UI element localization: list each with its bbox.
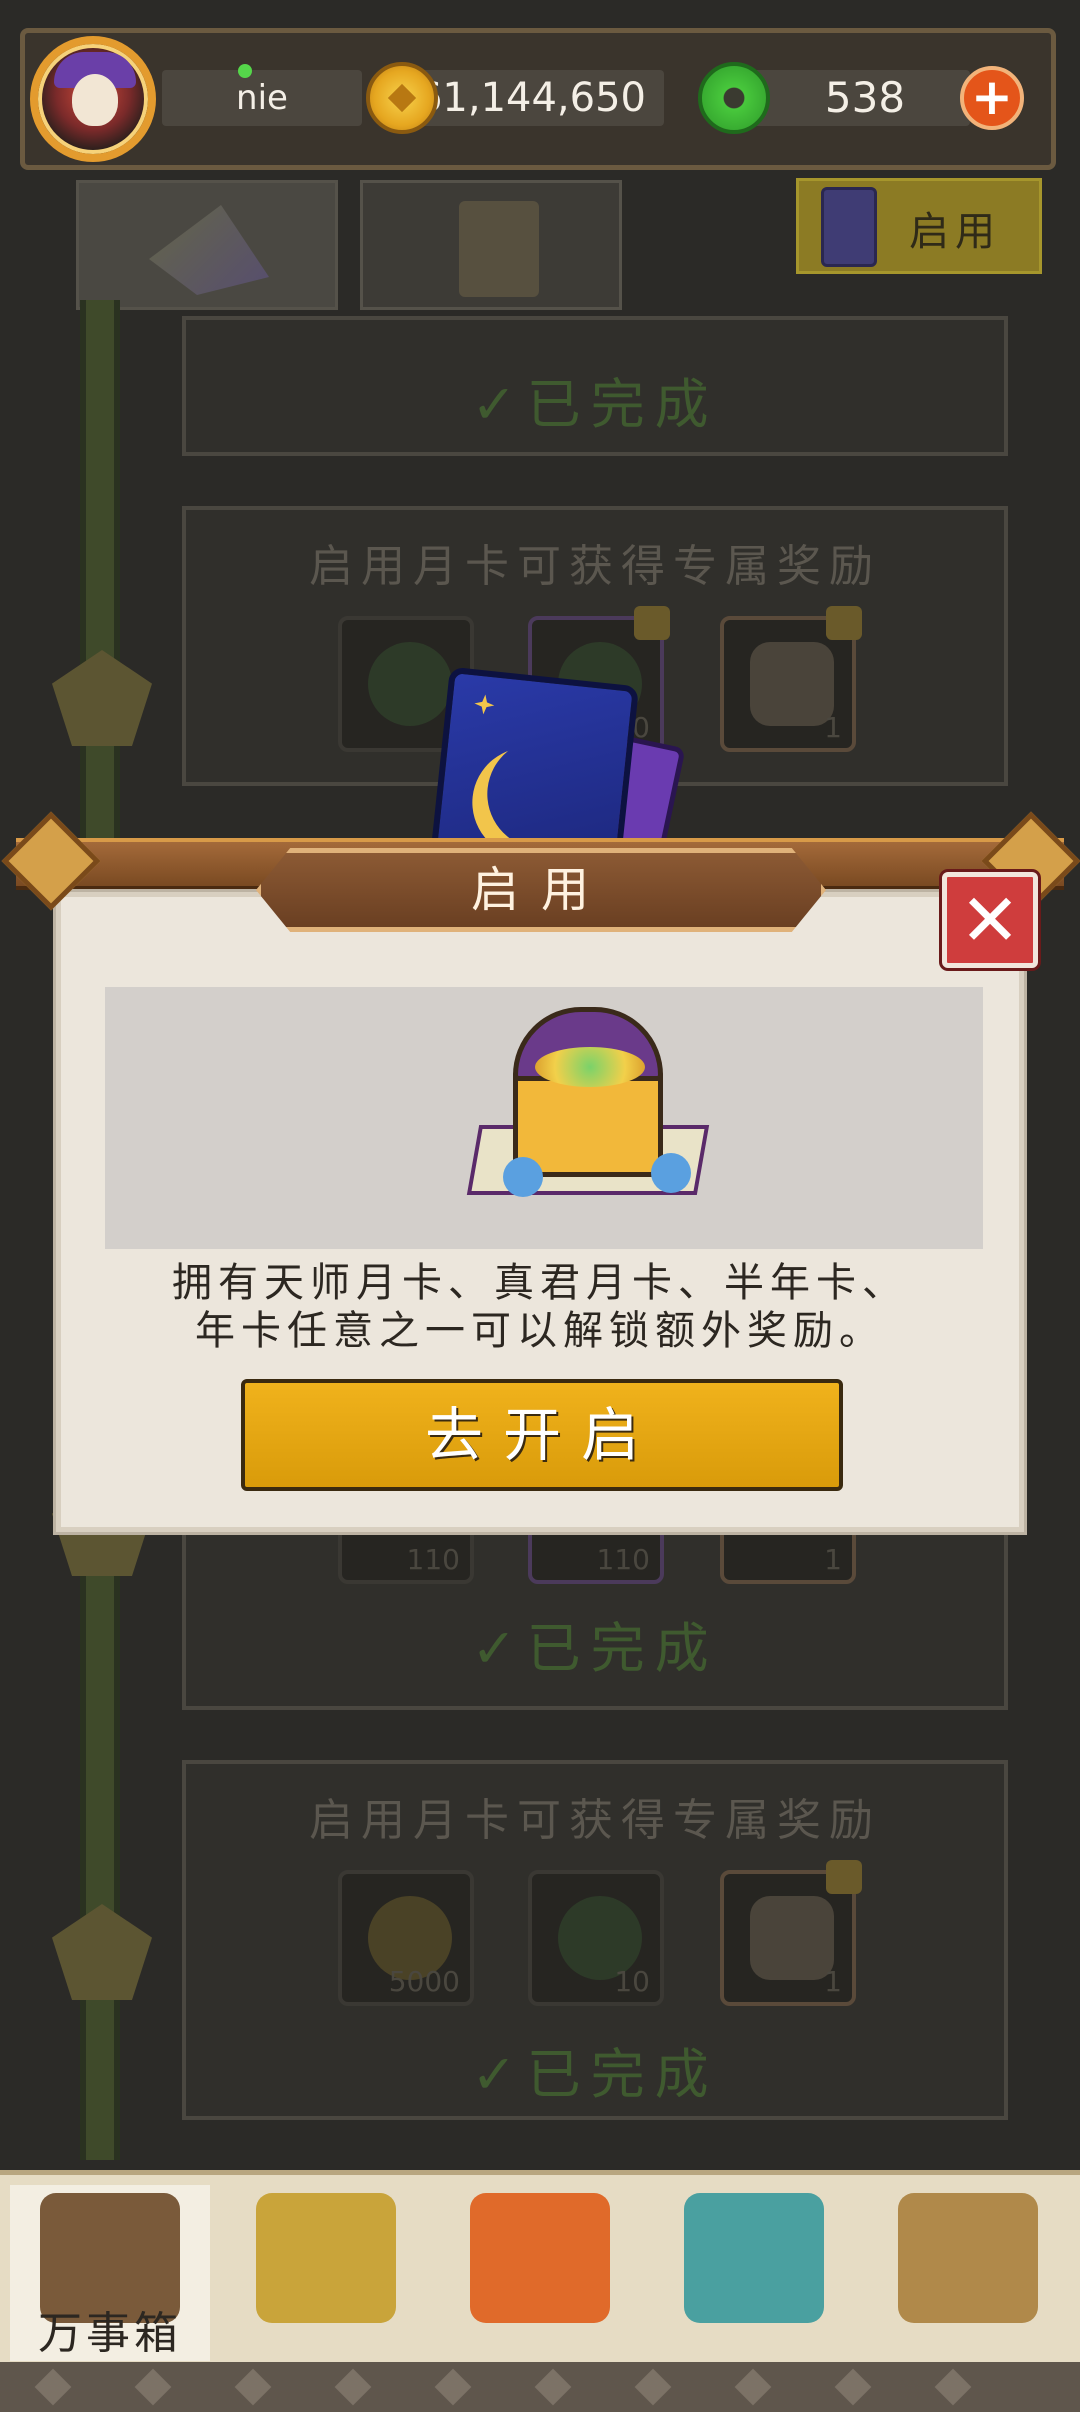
lock-icon [826,1860,862,1894]
market-stall-icon [684,2193,824,2323]
reward-count: 110 [596,1543,650,1576]
reward-card: 启用月卡可获得专属奖励 5000 10 1 ✓已完成 [182,1760,1008,2120]
reward-count: 1 [824,1543,842,1576]
treasure-sack-icon [750,1896,834,1980]
tab-activate-label: 启用 [909,209,1001,255]
completed-label: ✓已完成 [471,373,719,436]
reward-count: 1 [824,1965,842,1998]
completed-label: ✓已完成 [471,1617,719,1680]
completed-label: ✓已完成 [471,2043,719,2106]
reward-count: 110 [406,1543,460,1576]
reward-count: 10 [614,1965,650,1998]
tab-flags[interactable] [76,180,338,310]
treasure-chest-icon [466,1007,710,1227]
lock-icon [634,606,670,640]
milestone-medal-icon [52,1904,152,2000]
description-line: 拥有天师月卡、真君月卡、半年卡、 [172,1260,908,1306]
demon-gate-icon [470,2193,610,2323]
clipboard-icon [459,201,539,297]
jade-icon [698,62,770,134]
avatar-face [72,74,118,126]
reward-card-title: 启用月卡可获得专属奖励 [309,1795,881,1846]
compass-book-icon [898,2193,1038,2323]
star-trophy-icon [256,2193,396,2323]
description-line: 年卡任意之一可以解锁额外奖励。 [195,1308,885,1354]
coin-icon [366,62,438,134]
flags-icon [149,205,269,295]
reward-preview [105,987,983,1249]
modal-title: 启用 [256,848,826,932]
nav-item-compass[interactable] [868,2185,1068,2361]
tab-tasks[interactable] [360,180,622,310]
crescent-moon-icon [482,734,603,855]
nav-label: 万事箱 [38,2308,182,2359]
nav-item-market[interactable] [654,2185,854,2361]
jade-icon [368,642,452,726]
reward-card-title: 启用月卡可获得专属奖励 [309,541,881,592]
moon-card-icon [821,187,877,267]
dialog-description: 拥有天师月卡、真君月卡、半年卡、 年卡任意之一可以解锁额外奖励。 [61,1259,1019,1355]
online-dot-icon [238,64,252,78]
player-name: nie [162,70,362,126]
nav-item-gate[interactable] [440,2185,640,2361]
reward-slot[interactable]: 5000 [338,1870,474,2006]
lock-icon [826,606,862,640]
tab-activate[interactable]: 启用 [796,178,1042,274]
reward-slot[interactable]: 10 [528,1870,664,2006]
player-avatar[interactable] [30,36,156,162]
close-button[interactable]: ✕ [942,872,1038,968]
activate-dialog: 拥有天师月卡、真君月卡、半年卡、 年卡任意之一可以解锁额外奖励。 去开启 [56,892,1024,1532]
nav-item-trophy[interactable] [226,2185,426,2361]
treasure-sack-icon [750,642,834,726]
star-icon [473,693,495,715]
add-jade-button[interactable]: + [960,66,1024,130]
milestone-medal-icon [52,650,152,746]
reward-count: 1 [824,711,842,744]
bottom-nav: 万事箱 [0,2170,1080,2362]
nav-item-chest[interactable]: 万事箱 [10,2185,210,2361]
reward-count: 5000 [388,1965,460,1998]
reward-card: ✓已完成 [182,316,1008,456]
go-activate-button[interactable]: 去开启 [241,1379,843,1491]
